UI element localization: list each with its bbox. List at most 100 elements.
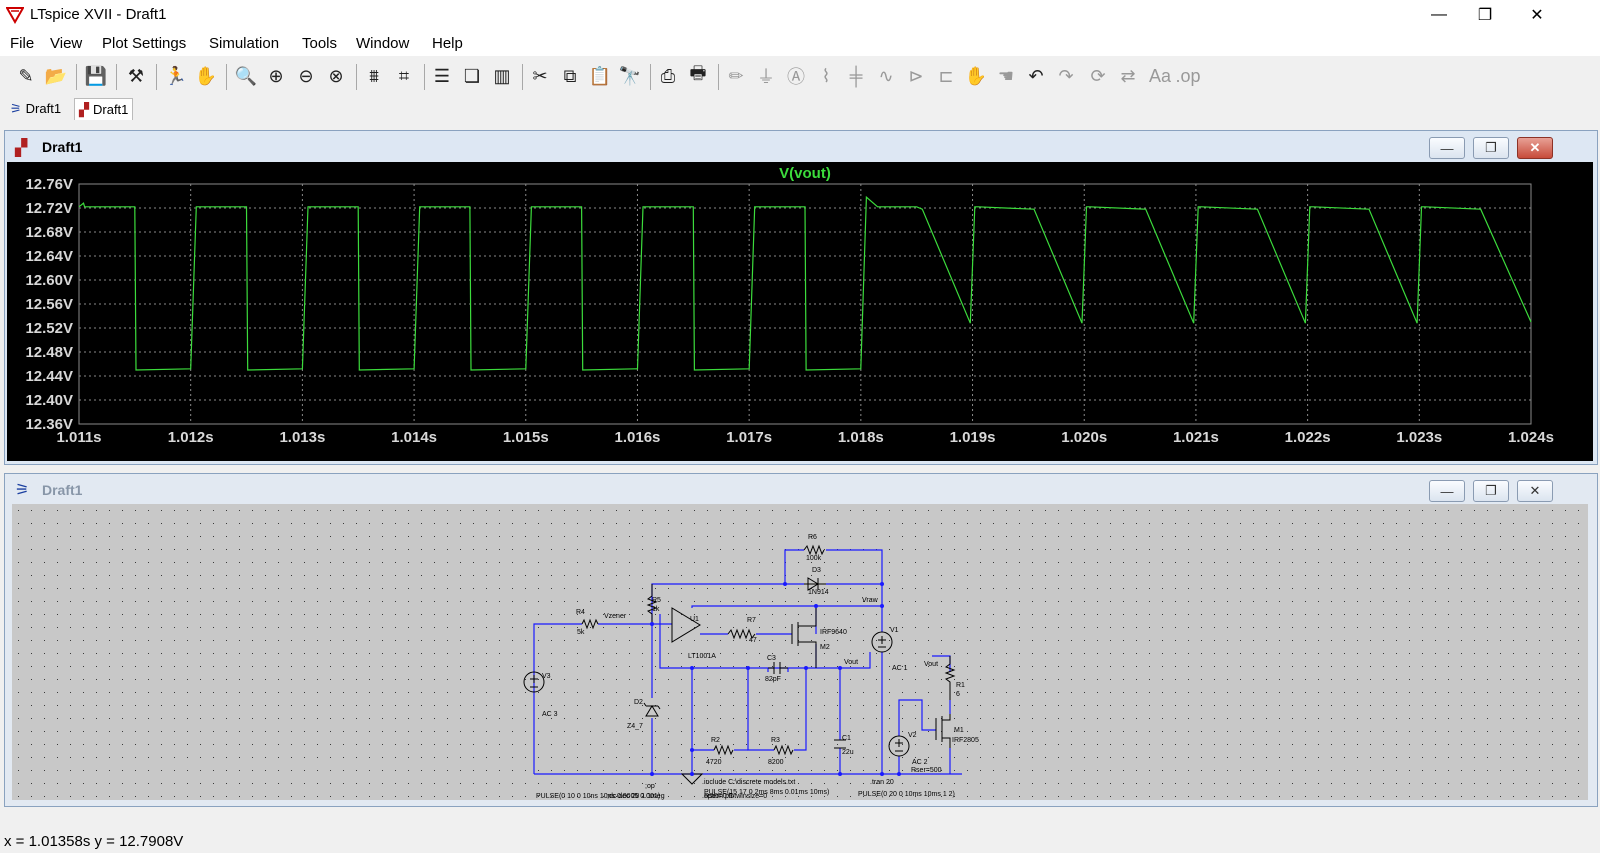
waveform-minimize-button[interactable]: — bbox=[1429, 137, 1465, 159]
waveform-restore-button[interactable]: ❐ bbox=[1473, 137, 1509, 159]
schematic-label-m1m: IRF2805 bbox=[952, 737, 979, 744]
schematic-label-r1: R1 bbox=[956, 682, 965, 689]
schematic-label-vout2: Vout bbox=[924, 661, 938, 668]
capacitor-icon[interactable]: ╪ bbox=[844, 64, 868, 88]
control-panel-icon[interactable]: ⚒ bbox=[124, 64, 148, 88]
document-tabs: ⚞ Draft1 ▞ Draft1 bbox=[0, 96, 1600, 122]
resistor-icon[interactable]: ⌇ bbox=[814, 64, 838, 88]
tab-waveform[interactable]: ▞ Draft1 bbox=[74, 98, 134, 120]
schematic-label-d2v: Z4_7 bbox=[627, 723, 643, 730]
x-tick-label: 1.022s bbox=[1285, 429, 1331, 446]
move-icon[interactable]: ✋ bbox=[964, 64, 988, 88]
spice-directive-icon[interactable]: .op bbox=[1175, 64, 1200, 88]
toolbar-separator bbox=[650, 64, 651, 90]
component-icon[interactable]: ⊏ bbox=[934, 64, 958, 88]
menu-window[interactable]: Window bbox=[356, 35, 409, 52]
mirror-icon[interactable]: ⇄ bbox=[1116, 64, 1140, 88]
toolbar-separator bbox=[356, 64, 357, 90]
schematic-label-d3: D3 bbox=[812, 567, 821, 574]
schematic-icon: ⚞ bbox=[10, 100, 22, 116]
schematic-canvas[interactable]: R6 100k D3 1N914 Vraw R5 1k U1 R7 47 IRF9640 M2 V1 R4… bbox=[12, 504, 1588, 800]
find-icon[interactable]: 🔭 bbox=[618, 64, 642, 88]
y-tick-label: 12.40V bbox=[25, 392, 73, 409]
cascade-icon[interactable]: ❏ bbox=[460, 64, 484, 88]
tab-schematic[interactable]: ⚞ Draft1 bbox=[6, 98, 65, 119]
autorange-icon[interactable]: ⩩ bbox=[362, 64, 386, 88]
new-schematic-icon[interactable]: ✎ bbox=[14, 64, 38, 88]
menu-simulation[interactable]: Simulation bbox=[209, 35, 279, 52]
y-tick-label: 12.72V bbox=[25, 200, 73, 217]
halt-icon[interactable]: ✋ bbox=[194, 64, 218, 88]
mark-unit-icon[interactable]: ⌗ bbox=[392, 64, 416, 88]
schematic-label-m1: M1 bbox=[954, 727, 964, 734]
schematic-label-r4v: 5k bbox=[577, 629, 585, 636]
waveform-plot[interactable]: 1.011s 1.012s 1.013s 1.014s 1.015s 1.016s 1.01… bbox=[7, 162, 1593, 461]
save-icon[interactable]: 💾 bbox=[84, 64, 108, 88]
x-tick-label: 1.018s bbox=[838, 429, 884, 446]
schematic-close-button[interactable]: ✕ bbox=[1517, 480, 1553, 502]
x-tick-label: 1.019s bbox=[950, 429, 996, 446]
minimize-button[interactable]: — bbox=[1416, 0, 1462, 30]
wire-icon[interactable]: ✏ bbox=[724, 64, 748, 88]
menu-help[interactable]: Help bbox=[432, 35, 463, 52]
schematic-label-r7v: 47 bbox=[749, 637, 757, 644]
zoom-area-icon[interactable]: 🔍 bbox=[234, 64, 258, 88]
zoom-in-icon[interactable]: ⊕ bbox=[264, 64, 288, 88]
schematic-label-v3ac: AC 3 bbox=[542, 711, 558, 718]
ground-icon[interactable]: ⏚ bbox=[754, 64, 778, 88]
schematic-label-r4: R4 bbox=[576, 609, 585, 616]
cut-icon[interactable]: ✂ bbox=[528, 64, 552, 88]
y-tick-label: 12.64V bbox=[25, 248, 73, 265]
schematic-label-d_pv3: PULSE(0 10 0 10ns 10ns 0.0005 0.001) bbox=[536, 793, 660, 800]
schematic-label-m2: M2 bbox=[820, 644, 830, 651]
schematic-restore-button[interactable]: ❐ bbox=[1473, 480, 1509, 502]
schematic-minimize-button[interactable]: — bbox=[1429, 480, 1465, 502]
run-icon[interactable]: 🏃 bbox=[164, 64, 188, 88]
inductor-icon[interactable]: ∿ bbox=[874, 64, 898, 88]
menu-view[interactable]: View bbox=[50, 35, 82, 52]
menu-tools[interactable]: Tools bbox=[302, 35, 337, 52]
schematic-label-r3v: 8200 bbox=[768, 759, 784, 766]
schematic-icon: ⚞ bbox=[15, 482, 30, 499]
zoom-out-icon[interactable]: ⊖ bbox=[294, 64, 318, 88]
x-tick-label: 1.015s bbox=[503, 429, 549, 446]
y-tick-label: 12.36V bbox=[25, 416, 73, 433]
schematic-label-d_pv2: PULSE(0 20 0 10ms 10ms 1 2) bbox=[858, 791, 955, 798]
zoom-fit-icon[interactable]: ⊗ bbox=[324, 64, 348, 88]
schematic-label-v1ac: AC 1 bbox=[892, 665, 908, 672]
close-button[interactable]: ✕ bbox=[1514, 0, 1560, 30]
waveform-window-titlebar: ▞ Draft1 — ❐ ✕ bbox=[5, 131, 1597, 161]
maximize-button[interactable]: ❐ bbox=[1462, 0, 1508, 30]
text-icon[interactable]: Aa bbox=[1148, 64, 1172, 88]
x-tick-label: 1.020s bbox=[1061, 429, 1107, 446]
print-icon[interactable]: ⎙ bbox=[656, 64, 680, 88]
toolbar-separator bbox=[718, 64, 719, 90]
schematic-label-u1: U1 bbox=[690, 616, 699, 623]
tile-vertical-icon[interactable]: ▥ bbox=[490, 64, 514, 88]
print-setup-icon[interactable]: 🖶 bbox=[686, 63, 710, 88]
tile-horizontal-icon[interactable]: ☰ bbox=[430, 64, 454, 88]
menu-plot-settings[interactable]: Plot Settings bbox=[102, 35, 186, 52]
status-bar: x = 1.01358s y = 12.7908V bbox=[0, 811, 1600, 853]
x-tick-label: 1.016s bbox=[615, 429, 661, 446]
undo-icon[interactable]: ↶ bbox=[1024, 64, 1048, 88]
menu-file[interactable]: File bbox=[10, 35, 34, 52]
schematic-label-r7: R7 bbox=[747, 617, 756, 624]
paste-icon[interactable]: 📋 bbox=[588, 64, 612, 88]
schematic-label-r6: R6 bbox=[808, 534, 817, 541]
x-tick-label: 1.012s bbox=[168, 429, 214, 446]
schematic-label-vraw: Vraw bbox=[862, 597, 879, 604]
redo-icon[interactable]: ↷ bbox=[1054, 64, 1078, 88]
schematic-grid bbox=[12, 504, 1588, 800]
schematic-window-title: Draft1 bbox=[42, 482, 83, 498]
open-icon[interactable]: 📂 bbox=[44, 64, 68, 88]
waveform-close-button[interactable]: ✕ bbox=[1517, 137, 1553, 159]
cursor-readout: x = 1.01358s y = 12.7908V bbox=[4, 833, 184, 850]
schematic-label-r3: R3 bbox=[771, 737, 780, 744]
drag-icon[interactable]: ☚ bbox=[994, 64, 1018, 88]
toolbar-separator bbox=[156, 64, 157, 90]
label-net-icon[interactable]: Ⓐ bbox=[784, 64, 808, 88]
diode-icon[interactable]: ⊳ bbox=[904, 64, 928, 88]
copy-icon[interactable]: ⧉ bbox=[558, 64, 582, 88]
rotate-icon[interactable]: ⟳ bbox=[1086, 64, 1110, 88]
